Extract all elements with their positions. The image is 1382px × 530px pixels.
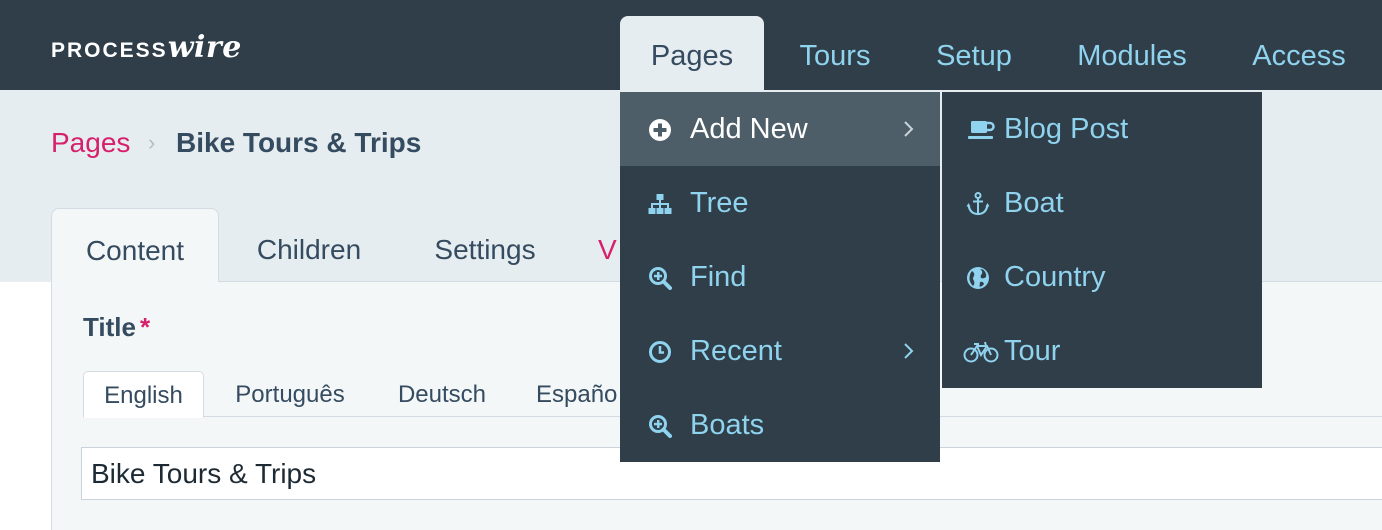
menu-item-label: Recent <box>690 335 782 367</box>
nav-pages[interactable]: Pages <box>620 16 764 90</box>
nav-access[interactable]: Access <box>1238 16 1360 90</box>
pages-dropdown-menu: Add New Tree Find Recent Boats <box>620 92 940 462</box>
submenu-item-tour[interactable]: Tour <box>942 314 1262 388</box>
plus-circle-icon <box>649 119 671 141</box>
submenu-item-boat[interactable]: Boat <box>942 166 1262 240</box>
logo-wire-text: wire <box>167 30 242 65</box>
add-new-submenu: Blog Post Boat Country Tour <box>942 92 1262 388</box>
menu-item-label: Find <box>690 261 747 293</box>
clock-icon <box>649 341 671 363</box>
lang-tab-espanol[interactable]: Españo <box>536 371 620 417</box>
submenu-item-blog-post[interactable]: Blog Post <box>942 92 1262 166</box>
nav-tours[interactable]: Tours <box>784 16 886 90</box>
breadcrumb-pages-link[interactable]: Pages <box>51 127 130 159</box>
page-title: Bike Tours & Trips <box>176 127 422 158</box>
tab-children[interactable]: Children <box>236 208 382 282</box>
submenu-item-country[interactable]: Country <box>942 240 1262 314</box>
anchor-icon <box>966 192 990 216</box>
title-field-label: Title * <box>83 312 150 343</box>
menu-item-recent[interactable]: Recent <box>620 314 940 388</box>
processwire-logo[interactable]: PROCESSwire <box>51 30 242 65</box>
submenu-item-label: Boat <box>1004 187 1064 219</box>
lang-tab-deutsch[interactable]: Deutsch <box>384 371 500 417</box>
chevron-right-icon <box>904 121 914 137</box>
submenu-item-label: Country <box>1004 261 1106 293</box>
logo-process-text: PROCESS <box>51 39 168 62</box>
chevron-right-icon <box>904 343 914 359</box>
submenu-item-label: Tour <box>1004 335 1061 367</box>
globe-icon <box>967 267 989 289</box>
nav-modules[interactable]: Modules <box>1062 16 1202 90</box>
breadcrumb-separator: › <box>148 130 156 155</box>
tab-content[interactable]: Content <box>51 208 219 282</box>
menu-item-label: Tree <box>690 187 749 219</box>
search-plus-icon <box>649 267 672 290</box>
nav-setup[interactable]: Setup <box>922 16 1026 90</box>
lang-tab-english[interactable]: English <box>83 371 204 418</box>
search-plus-icon <box>649 415 672 438</box>
bicycle-icon <box>963 341 999 363</box>
menu-item-boats[interactable]: Boats <box>620 388 940 462</box>
coffee-icon <box>968 121 995 139</box>
required-marker: * <box>139 312 151 342</box>
tab-settings[interactable]: Settings <box>414 208 556 282</box>
menu-item-tree[interactable]: Tree <box>620 166 940 240</box>
menu-item-label: Add New <box>690 113 808 145</box>
submenu-item-label: Blog Post <box>1004 113 1129 145</box>
sitemap-icon <box>648 194 672 214</box>
lang-tab-portugues[interactable]: Português <box>222 371 358 417</box>
title-label-text: Title <box>83 312 136 342</box>
menu-item-label: Boats <box>690 409 765 441</box>
menu-item-add-new[interactable]: Add New <box>620 92 940 166</box>
menu-item-find[interactable]: Find <box>620 240 940 314</box>
